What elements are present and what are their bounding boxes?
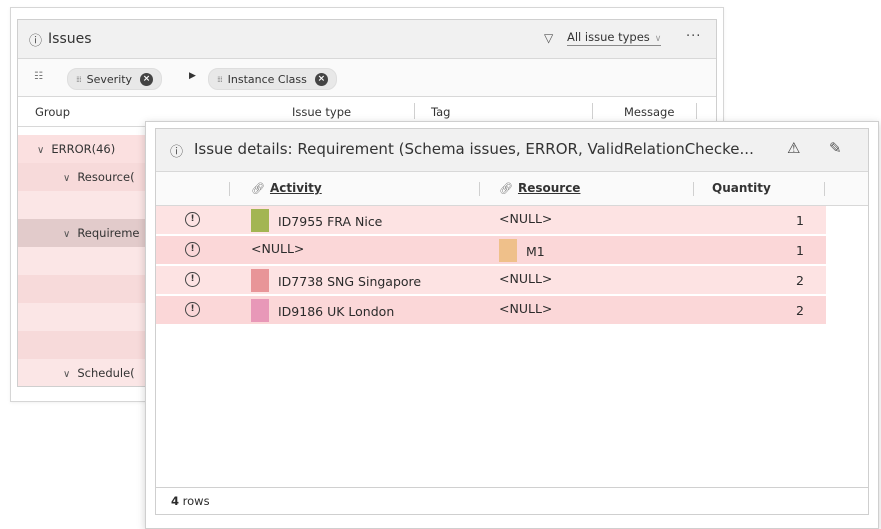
activity-label: ID7955 FRA Nice xyxy=(278,214,383,229)
issue-details-body: ⓘ Issue details: Requirement (Schema iss… xyxy=(155,128,869,515)
issue-info-icon[interactable]: ! xyxy=(185,272,200,287)
chevron-down-icon[interactable]: ∨ xyxy=(37,145,44,156)
column-separator xyxy=(693,182,694,196)
link-icon: 🔗︎ xyxy=(499,182,513,195)
drag-handle-icon[interactable]: ⁞⁞⁞ xyxy=(217,75,223,84)
group-chip-label: Severity xyxy=(86,72,133,86)
warning-icon[interactable]: ⚠ xyxy=(787,139,800,157)
issue-type-select-label: All issue types xyxy=(567,30,650,44)
details-column-header: 🔗︎ Activity 🔗︎ Resource Quantity xyxy=(156,172,868,206)
resource-cell[interactable]: <NULL> xyxy=(499,211,552,226)
table-row[interactable]: ! ID9186 UK London <NULL> 2 xyxy=(156,296,826,326)
resource-cell[interactable]: M1 xyxy=(499,239,545,262)
table-row[interactable]: ! ID7955 FRA Nice <NULL> 1 xyxy=(156,206,826,236)
remove-chip-icon[interactable]: × xyxy=(314,72,328,86)
group-chip-instance-class[interactable]: ⁞⁞⁞ Instance Class × xyxy=(208,68,337,90)
remove-chip-icon[interactable]: × xyxy=(140,72,154,86)
drag-handle-icon[interactable]: ⁞⁞⁞ xyxy=(76,75,82,84)
group-by-bar: ☷ ⁞⁞⁞ Severity × ▶ ⁞⁞⁞ Instance Class × xyxy=(18,59,716,97)
issue-info-icon[interactable]: ! xyxy=(185,302,200,317)
chevron-down-icon[interactable]: ∨ xyxy=(63,369,70,380)
column-activity[interactable]: 🔗︎ Activity xyxy=(251,181,322,195)
group-label: ERROR(46) xyxy=(51,142,116,156)
resource-label: <NULL> xyxy=(499,271,553,286)
issue-type-select[interactable]: All issue types ∨ xyxy=(567,30,662,46)
activity-label: <NULL> xyxy=(251,241,305,256)
activity-cell[interactable]: ID7955 FRA Nice xyxy=(251,209,383,232)
issues-panel-title: Issues xyxy=(48,31,92,47)
group-chip-severity[interactable]: ⁞⁞⁞ Severity × xyxy=(67,68,163,90)
table-footer: 4 rows xyxy=(156,487,868,514)
activity-label: ID9186 UK London xyxy=(278,304,395,319)
filter-icon[interactable]: ▽ xyxy=(544,31,553,45)
resource-label: M1 xyxy=(526,244,545,259)
chevron-right-icon: ▶ xyxy=(189,71,196,81)
column-separator xyxy=(592,103,593,119)
activity-cell[interactable]: ID7738 SNG Singapore xyxy=(251,269,422,292)
chevron-down-icon[interactable]: ∨ xyxy=(63,229,70,240)
row-count: 4 rows xyxy=(171,494,210,508)
quantity-cell: 1 xyxy=(796,213,804,228)
group-label: Resource( xyxy=(77,170,135,184)
info-icon: ⓘ xyxy=(170,145,184,160)
column-issue-type[interactable]: Issue type xyxy=(292,105,351,119)
column-tag[interactable]: Tag xyxy=(431,105,450,119)
activity-color-swatch xyxy=(251,209,269,232)
issues-panel-header: ⓘ Issues ▽ All issue types ∨ ··· xyxy=(18,20,716,59)
column-quantity[interactable]: Quantity xyxy=(712,181,771,195)
resource-cell[interactable]: <NULL> xyxy=(499,301,552,316)
issue-details-title: Issue details: Requirement (Schema issue… xyxy=(194,140,754,158)
group-label: Schedule( xyxy=(77,366,135,380)
column-resource[interactable]: 🔗︎ Resource xyxy=(499,181,580,195)
chevron-down-icon: ∨ xyxy=(654,34,662,44)
activity-color-swatch xyxy=(251,269,269,292)
group-chip-label: Instance Class xyxy=(227,72,307,86)
edit-pencil-icon[interactable]: ✎ xyxy=(829,139,842,157)
column-separator xyxy=(414,103,415,119)
activity-cell[interactable]: <NULL> xyxy=(251,241,304,256)
table-row[interactable]: ! <NULL> M1 1 xyxy=(156,236,826,266)
column-group[interactable]: Group xyxy=(35,105,70,119)
group-label: Requireme xyxy=(77,226,140,240)
resource-label: <NULL> xyxy=(499,301,553,316)
quantity-cell: 2 xyxy=(796,273,804,288)
activity-color-swatch xyxy=(251,299,269,322)
details-table-body: ! ID7955 FRA Nice <NULL> 1! <NULL> M1 1! ID7738… xyxy=(156,206,826,326)
column-separator xyxy=(696,103,697,119)
issue-details-header: ⓘ Issue details: Requirement (Schema iss… xyxy=(156,129,868,172)
chevron-down-icon[interactable]: ∨ xyxy=(63,173,70,184)
column-message[interactable]: Message xyxy=(624,105,674,119)
activity-label: ID7738 SNG Singapore xyxy=(278,274,422,289)
activity-cell[interactable]: ID9186 UK London xyxy=(251,299,395,322)
issue-info-icon[interactable]: ! xyxy=(185,242,200,257)
link-icon: 🔗︎ xyxy=(251,182,265,195)
tree-view-icon[interactable]: ☷ xyxy=(34,71,43,82)
more-options-icon[interactable]: ··· xyxy=(686,29,701,44)
table-row[interactable]: ! ID7738 SNG Singapore <NULL> 2 xyxy=(156,266,826,296)
issue-info-icon[interactable]: ! xyxy=(185,212,200,227)
issue-details-panel: ⓘ Issue details: Requirement (Schema iss… xyxy=(145,121,879,529)
resource-label: <NULL> xyxy=(499,211,553,226)
column-separator xyxy=(229,182,230,196)
column-separator xyxy=(479,182,480,196)
quantity-cell: 1 xyxy=(796,243,804,258)
column-separator xyxy=(824,182,825,196)
quantity-cell: 2 xyxy=(796,303,804,318)
info-icon: ⓘ xyxy=(29,33,43,49)
resource-color-swatch xyxy=(499,239,517,262)
resource-cell[interactable]: <NULL> xyxy=(499,271,552,286)
